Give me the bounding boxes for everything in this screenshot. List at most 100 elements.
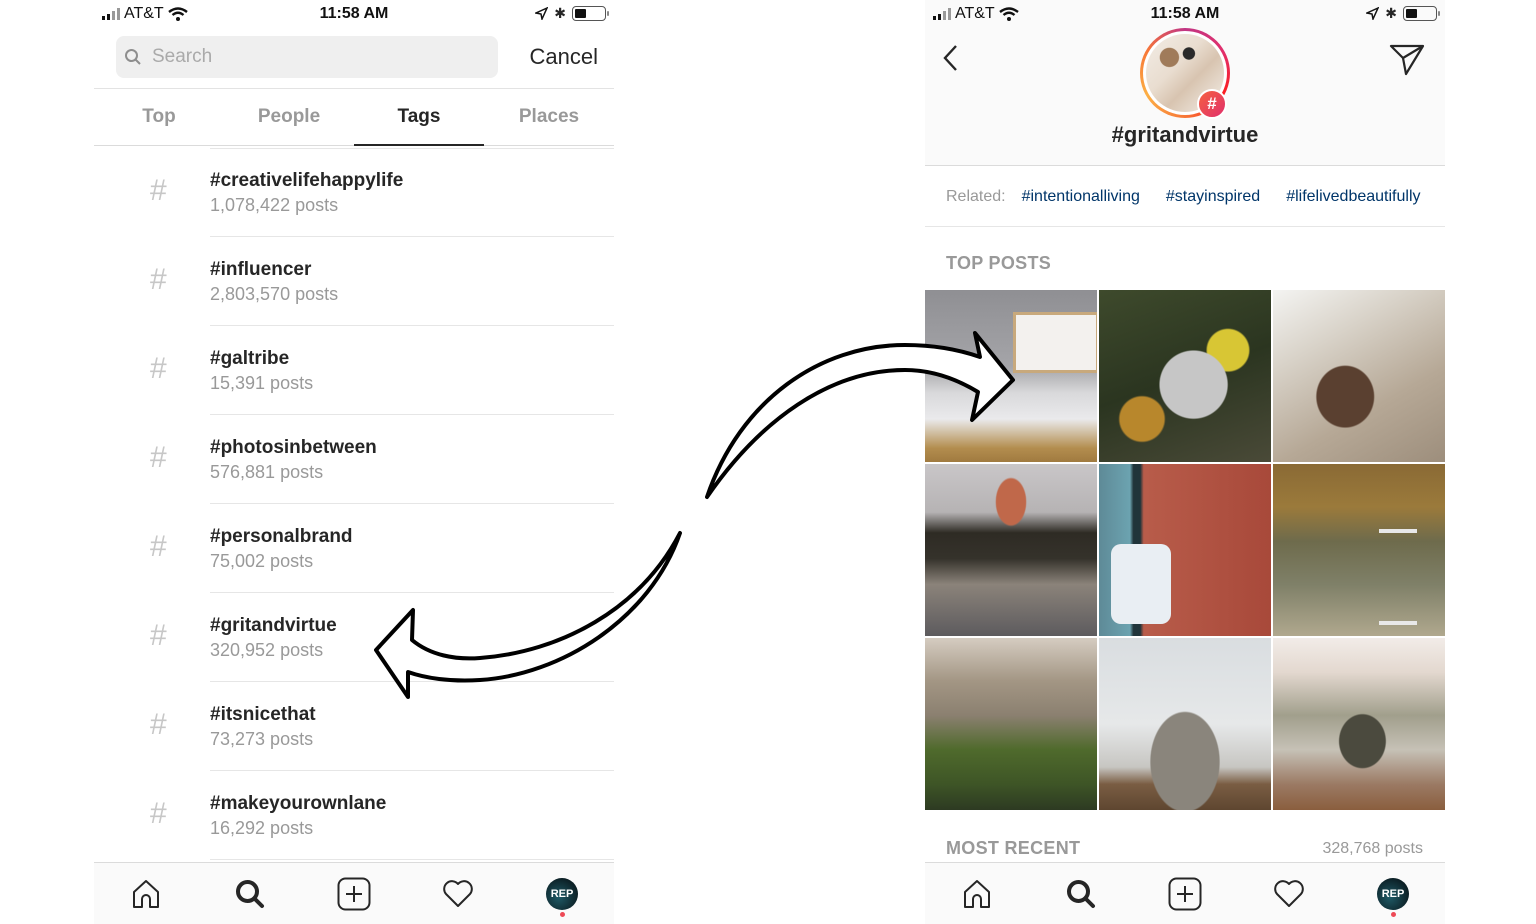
- search-input[interactable]: [152, 46, 472, 68]
- tag-post-count: 2,803,570 posts: [210, 284, 339, 304]
- post-thumbnail[interactable]: [1273, 290, 1445, 462]
- search-screen: AT&T 11:58 AM ✱ Cancel Top People Tags P…: [94, 0, 614, 924]
- hashtag-icon: #: [150, 619, 167, 652]
- hashtag-icon: #: [150, 441, 167, 474]
- list-item[interactable]: # #galtribe 15,391 posts: [94, 326, 614, 415]
- tag-name: #itsnicethat: [210, 704, 316, 725]
- home-icon: [133, 879, 159, 908]
- location-icon: [535, 7, 549, 20]
- search-bar[interactable]: [116, 36, 498, 78]
- search-tab-button[interactable]: [1051, 869, 1111, 919]
- list-item[interactable]: # #itsnicethat 73,273 posts: [94, 682, 614, 771]
- location-icon: [1366, 7, 1380, 20]
- tab-top[interactable]: Top: [94, 89, 224, 145]
- chevron-left-icon: [943, 45, 957, 71]
- tag-name: #photosinbetween: [210, 437, 377, 458]
- profile-button[interactable]: REP: [532, 869, 592, 919]
- most-recent-heading: MOST RECENT: [946, 838, 1081, 858]
- home-button[interactable]: [947, 869, 1007, 919]
- heart-icon: [443, 879, 473, 907]
- battery-icon: [1403, 6, 1440, 21]
- tag-name: #personalbrand: [210, 526, 353, 547]
- notification-dot: [559, 911, 565, 917]
- related-tags: Related: #intentionalliving #stayinspire…: [925, 167, 1445, 227]
- tag-post-count: 16,292 posts: [210, 818, 314, 838]
- bottom-tab-bar: REP: [94, 862, 614, 924]
- search-tab-button[interactable]: [220, 869, 280, 919]
- new-post-button[interactable]: [324, 869, 384, 919]
- heart-icon: [1274, 879, 1304, 907]
- list-item[interactable]: # #influencer 2,803,570 posts: [94, 237, 614, 326]
- tag-name: #makeyourownlane: [210, 793, 387, 814]
- hashtag-screen: AT&T 11:58 AM ✱ # #gritandvirtue Related…: [925, 0, 1445, 924]
- avatar: REP: [1377, 877, 1409, 910]
- post-thumbnail[interactable]: [925, 638, 1097, 810]
- post-thumbnail[interactable]: [1099, 290, 1271, 462]
- related-tag-link[interactable]: #lifelivedbeautifully: [1286, 188, 1420, 206]
- tab-places[interactable]: Places: [484, 89, 614, 145]
- hashtag-icon: #: [150, 797, 167, 830]
- list-item[interactable]: # #gritandvirtue 320,952 posts: [94, 593, 614, 682]
- hashtag-icon: #: [150, 352, 167, 385]
- post-thumbnail[interactable]: [1099, 464, 1271, 636]
- tag-name: #gritandvirtue: [210, 615, 337, 636]
- related-tag-link[interactable]: #intentionalliving: [1022, 188, 1140, 206]
- status-bar: AT&T 11:58 AM ✱: [94, 0, 614, 30]
- search-icon: [125, 49, 141, 65]
- tag-post-count: 75,002 posts: [210, 551, 314, 571]
- tab-people[interactable]: People: [224, 89, 354, 145]
- tag-post-count: 1,078,422 posts: [210, 195, 339, 215]
- home-button[interactable]: [116, 869, 176, 919]
- avatar: REP: [546, 877, 578, 910]
- related-label: Related:: [946, 187, 1006, 205]
- home-icon: [964, 879, 990, 908]
- search-tabs: Top People Tags Places: [94, 88, 614, 146]
- bottom-tab-bar: REP: [925, 862, 1445, 924]
- tag-results-list: # #creativelifehappylife 1,078,422 posts…: [94, 148, 614, 860]
- activity-button[interactable]: [1259, 869, 1319, 919]
- post-thumbnail[interactable]: [925, 290, 1097, 462]
- tag-name: #creativelifehappylife: [210, 170, 404, 191]
- list-item[interactable]: # #personalbrand 75,002 posts: [94, 504, 614, 593]
- tag-post-count: 15,391 posts: [210, 373, 314, 393]
- bluetooth-icon: ✱: [1385, 5, 1397, 21]
- status-bar: AT&T 11:58 AM ✱: [925, 0, 1445, 30]
- cancel-button[interactable]: Cancel: [530, 44, 598, 70]
- plus-square-icon: [1168, 877, 1202, 910]
- search-icon: [1067, 879, 1095, 908]
- hashtag-header: AT&T 11:58 AM ✱ # #gritandvirtue: [925, 0, 1445, 166]
- bluetooth-icon: ✱: [554, 5, 566, 21]
- back-button[interactable]: [939, 42, 963, 79]
- hashtag-icon: #: [150, 174, 167, 207]
- top-posts-grid: [925, 290, 1445, 810]
- notification-dot: [1390, 911, 1396, 917]
- hashtag-icon: #: [150, 530, 167, 563]
- post-thumbnail[interactable]: [1273, 638, 1445, 810]
- hashtag-icon: #: [150, 708, 167, 741]
- tag-name: #influencer: [210, 259, 312, 280]
- list-item[interactable]: # #photosinbetween 576,881 posts: [94, 415, 614, 504]
- new-post-button[interactable]: [1155, 869, 1215, 919]
- tag-post-count: 73,273 posts: [210, 729, 314, 749]
- hashtag-badge-icon: #: [1197, 89, 1227, 119]
- most-recent-count: 328,768 posts: [1322, 840, 1423, 857]
- hashtag-title: #gritandvirtue: [1111, 122, 1259, 147]
- top-posts-heading: TOP POSTS: [946, 253, 1052, 273]
- tag-post-count: 576,881 posts: [210, 462, 324, 482]
- tab-tags[interactable]: Tags: [354, 89, 484, 146]
- hashtag-icon: #: [150, 263, 167, 296]
- list-item[interactable]: # #creativelifehappylife 1,078,422 posts: [94, 148, 614, 237]
- plus-square-icon: [337, 877, 371, 910]
- direct-send-icon: [1389, 44, 1425, 76]
- battery-icon: [572, 6, 609, 21]
- post-thumbnail[interactable]: [1273, 464, 1445, 636]
- tag-post-count: 320,952 posts: [210, 640, 324, 660]
- post-thumbnail[interactable]: [925, 464, 1097, 636]
- activity-button[interactable]: [428, 869, 488, 919]
- list-item[interactable]: # #makeyourownlane 16,292 posts: [94, 771, 614, 860]
- related-tag-link[interactable]: #stayinspired: [1166, 188, 1260, 206]
- post-thumbnail[interactable]: [1099, 638, 1271, 810]
- share-button[interactable]: [1389, 42, 1425, 81]
- profile-button[interactable]: REP: [1363, 869, 1423, 919]
- search-icon: [236, 879, 264, 908]
